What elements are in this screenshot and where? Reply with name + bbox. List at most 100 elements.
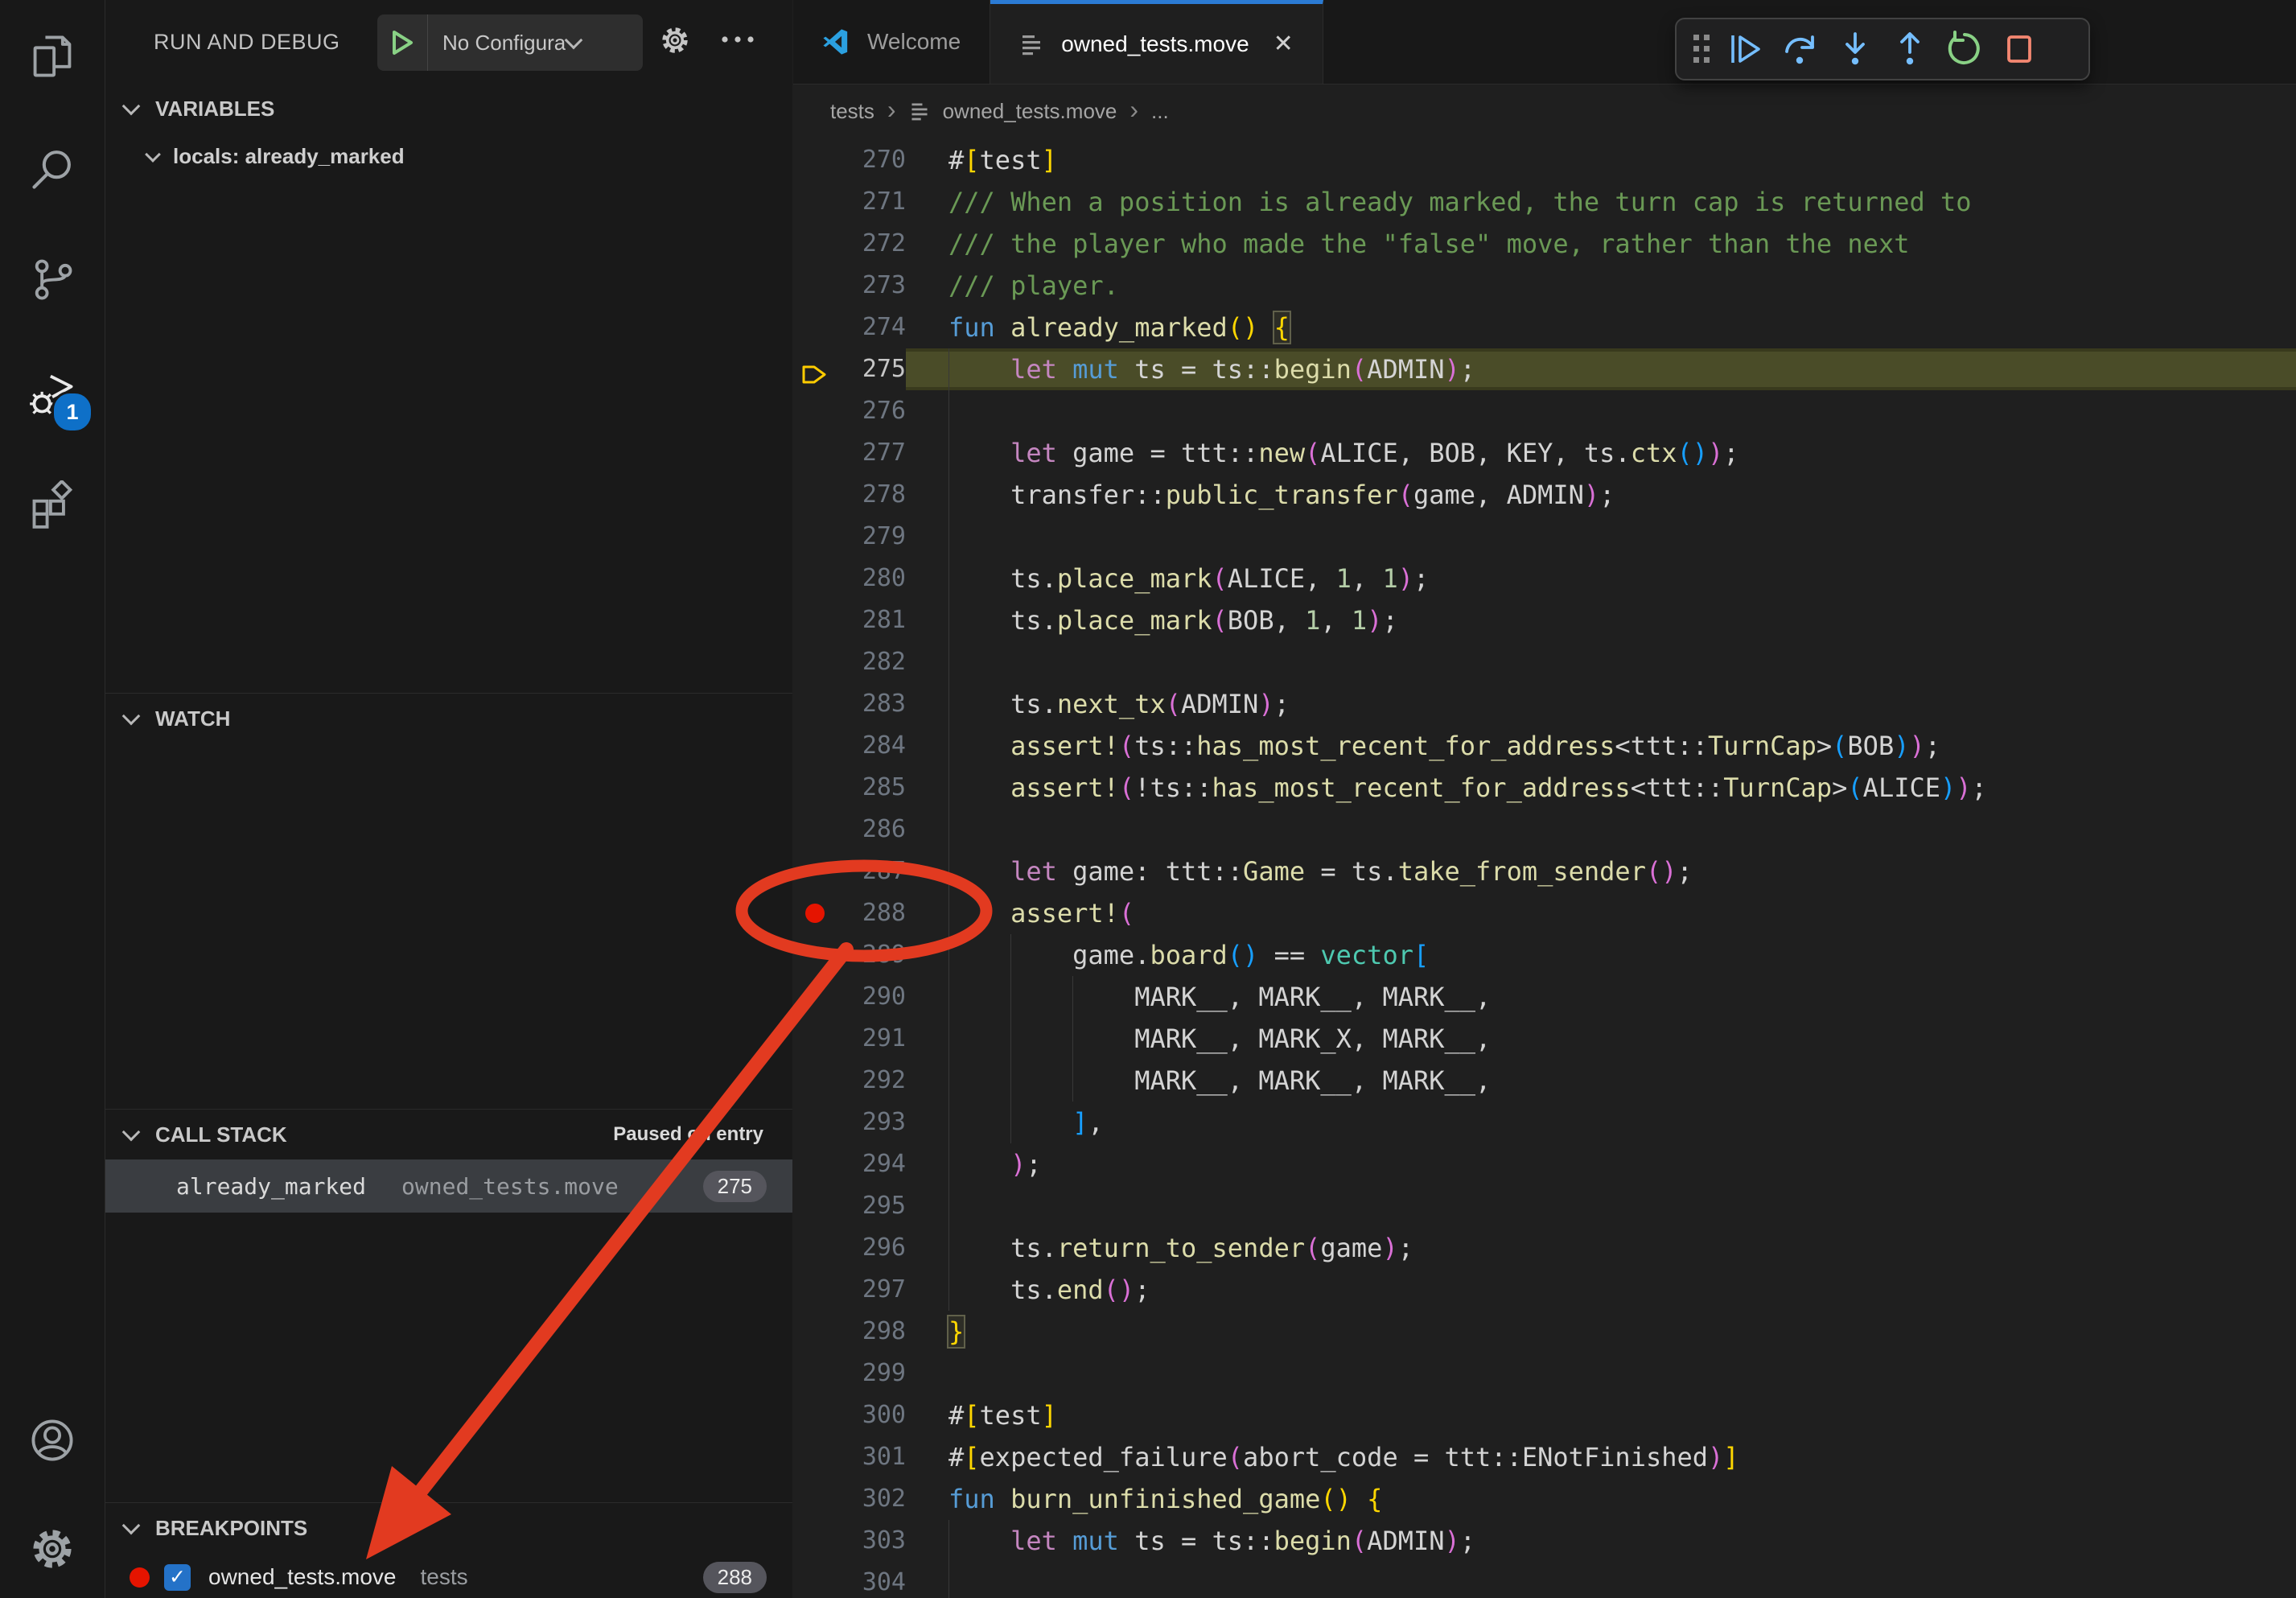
line-number[interactable]: 298: [837, 1311, 906, 1353]
line-number[interactable]: 284: [837, 725, 906, 767]
code-line-299[interactable]: 299: [793, 1353, 2296, 1394]
breakpoint-checkbox[interactable]: ✓: [164, 1564, 191, 1591]
line-number[interactable]: 292: [837, 1060, 906, 1102]
code-line-274[interactable]: 274fun already_marked() {: [793, 307, 2296, 348]
glyph-margin[interactable]: [793, 474, 837, 516]
glyph-margin[interactable]: [793, 348, 837, 390]
code-line-288[interactable]: 288 assert!(: [793, 892, 2296, 934]
glyph-margin[interactable]: [793, 641, 837, 683]
step-into-icon[interactable]: [1828, 23, 1882, 75]
line-number[interactable]: 273: [837, 265, 906, 307]
line-number[interactable]: 286: [837, 809, 906, 850]
locals-scope-row[interactable]: locals: already_marked: [105, 134, 792, 179]
code-line-272[interactable]: 272/// the player who made the "false" m…: [793, 223, 2296, 265]
glyph-margin[interactable]: [793, 976, 837, 1018]
line-number[interactable]: 278: [837, 474, 906, 516]
code-line-298[interactable]: 298}: [793, 1311, 2296, 1353]
code-line-271[interactable]: 271/// When a position is already marked…: [793, 181, 2296, 223]
code-line-301[interactable]: 301#[expected_failure(abort_code = ttt::…: [793, 1436, 2296, 1478]
glyph-margin[interactable]: [793, 599, 837, 641]
line-number[interactable]: 299: [837, 1353, 906, 1394]
debug-config-dropdown[interactable]: No Configura: [377, 14, 643, 71]
code-line-296[interactable]: 296 ts.return_to_sender(game);: [793, 1227, 2296, 1269]
code-line-303[interactable]: 303 let mut ts = ts::begin(ADMIN);: [793, 1520, 2296, 1562]
code-line-302[interactable]: 302fun burn_unfinished_game() {: [793, 1478, 2296, 1520]
stack-frame-row[interactable]: already_marked owned_tests.move 275: [105, 1159, 792, 1213]
source-control-icon[interactable]: [26, 253, 79, 306]
glyph-margin[interactable]: [793, 223, 837, 265]
code-line-276[interactable]: 276: [793, 390, 2296, 432]
line-number[interactable]: 274: [837, 307, 906, 348]
code-line-279[interactable]: 279: [793, 516, 2296, 558]
glyph-margin[interactable]: [793, 683, 837, 725]
line-number[interactable]: 289: [837, 934, 906, 976]
code-line-270[interactable]: 270#[test]: [793, 139, 2296, 181]
code-line-285[interactable]: 285 assert!(!ts::has_most_recent_for_add…: [793, 767, 2296, 809]
extensions-icon[interactable]: [26, 478, 79, 531]
continue-icon[interactable]: [1718, 23, 1773, 75]
line-number[interactable]: 279: [837, 516, 906, 558]
line-number[interactable]: 295: [837, 1185, 906, 1227]
line-number[interactable]: 272: [837, 223, 906, 265]
code-line-297[interactable]: 297 ts.end();: [793, 1269, 2296, 1311]
code-line-290[interactable]: 290 MARK__, MARK__, MARK__,: [793, 976, 2296, 1018]
line-number[interactable]: 271: [837, 181, 906, 223]
glyph-margin[interactable]: [793, 1060, 837, 1102]
glyph-margin[interactable]: [793, 432, 837, 474]
code-line-275[interactable]: 275 let mut ts = ts::begin(ADMIN);: [793, 348, 2296, 390]
line-number[interactable]: 276: [837, 390, 906, 432]
line-number[interactable]: 301: [837, 1436, 906, 1478]
explorer-icon[interactable]: [26, 30, 79, 83]
restart-icon[interactable]: [1937, 23, 1992, 75]
glyph-margin[interactable]: [793, 558, 837, 599]
breakpoint-dot-icon[interactable]: [805, 904, 825, 923]
code-line-289[interactable]: 289 game.board() == vector[: [793, 934, 2296, 976]
glyph-margin[interactable]: [793, 1143, 837, 1185]
line-number[interactable]: 277: [837, 432, 906, 474]
glyph-margin[interactable]: [793, 809, 837, 850]
code-line-304[interactable]: 304: [793, 1562, 2296, 1598]
line-number[interactable]: 287: [837, 850, 906, 892]
glyph-margin[interactable]: [793, 1018, 837, 1060]
glyph-margin[interactable]: [793, 1102, 837, 1143]
line-number[interactable]: 302: [837, 1478, 906, 1520]
glyph-margin[interactable]: [793, 307, 837, 348]
glyph-margin[interactable]: [793, 1394, 837, 1436]
glyph-margin[interactable]: [793, 1436, 837, 1478]
line-number[interactable]: 282: [837, 641, 906, 683]
glyph-margin[interactable]: [793, 1311, 837, 1353]
glyph-margin[interactable]: [793, 1520, 837, 1562]
close-icon[interactable]: ✕: [1273, 30, 1294, 58]
line-number[interactable]: 300: [837, 1394, 906, 1436]
glyph-margin[interactable]: [793, 139, 837, 181]
code-line-291[interactable]: 291 MARK__, MARK_X, MARK__,: [793, 1018, 2296, 1060]
drag-grip-icon[interactable]: [1685, 33, 1718, 65]
line-number[interactable]: 288: [837, 892, 906, 934]
line-number[interactable]: 294: [837, 1143, 906, 1185]
variables-header[interactable]: VARIABLES: [105, 84, 792, 134]
glyph-margin[interactable]: [793, 892, 837, 934]
line-number[interactable]: 285: [837, 767, 906, 809]
glyph-margin[interactable]: [793, 265, 837, 307]
line-number[interactable]: 304: [837, 1562, 906, 1598]
glyph-margin[interactable]: [793, 1185, 837, 1227]
code-line-273[interactable]: 273/// player.: [793, 265, 2296, 307]
line-number[interactable]: 293: [837, 1102, 906, 1143]
code-line-283[interactable]: 283 ts.next_tx(ADMIN);: [793, 683, 2296, 725]
start-debug-button[interactable]: [377, 14, 428, 71]
more-actions-icon[interactable]: [720, 34, 755, 49]
glyph-margin[interactable]: [793, 1269, 837, 1311]
code-line-286[interactable]: 286: [793, 809, 2296, 850]
config-select-label[interactable]: No Configura: [442, 31, 566, 56]
code-line-300[interactable]: 300#[test]: [793, 1394, 2296, 1436]
glyph-margin[interactable]: [793, 725, 837, 767]
glyph-margin[interactable]: [793, 1562, 837, 1598]
glyph-margin[interactable]: [793, 181, 837, 223]
code-line-293[interactable]: 293 ],: [793, 1102, 2296, 1143]
breakpoints-header[interactable]: BREAKPOINTS: [105, 1503, 792, 1553]
line-number[interactable]: 291: [837, 1018, 906, 1060]
step-over-icon[interactable]: [1773, 23, 1828, 75]
code-line-280[interactable]: 280 ts.place_mark(ALICE, 1, 1);: [793, 558, 2296, 599]
line-number[interactable]: 283: [837, 683, 906, 725]
line-number[interactable]: 275: [837, 348, 906, 390]
